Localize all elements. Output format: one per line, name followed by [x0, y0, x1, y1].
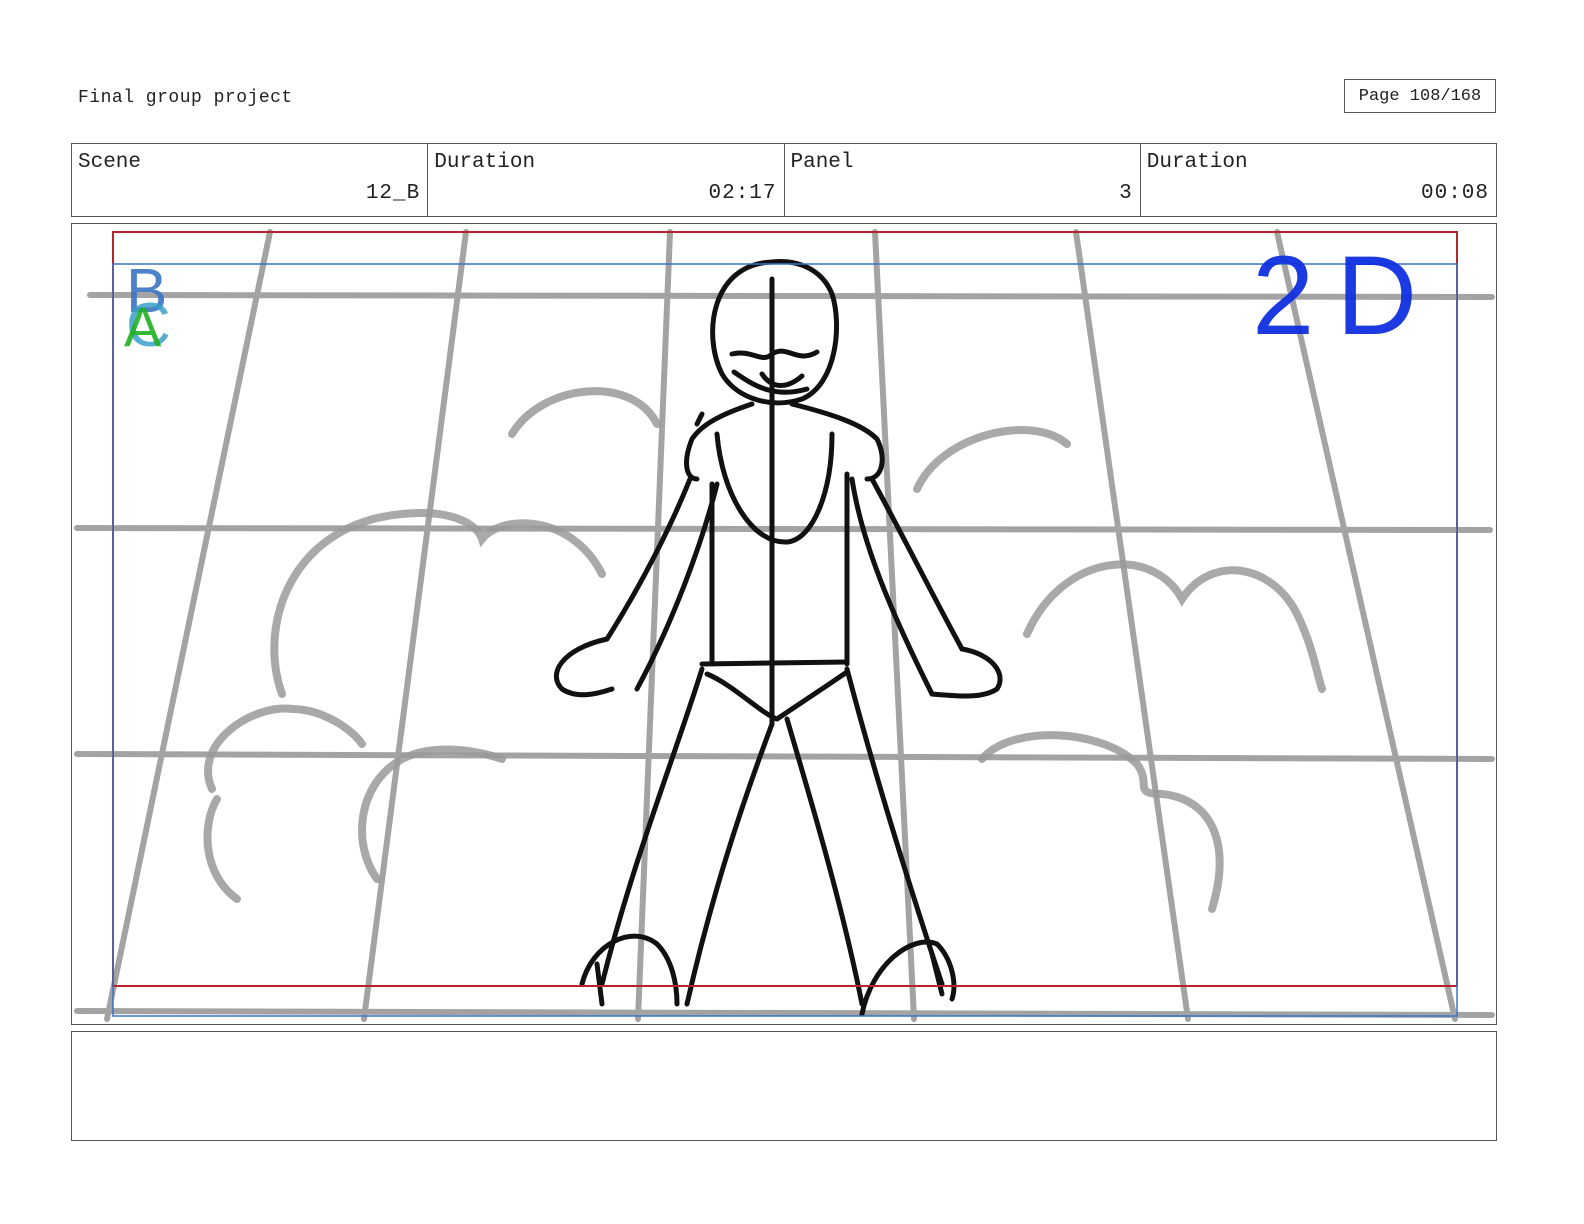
- panel-info-bar: Scene 12_B Duration 02:17 Panel 3 Durati…: [71, 143, 1497, 217]
- panel-duration-cell: Duration 00:08: [1141, 144, 1496, 216]
- scene-label: Scene: [78, 151, 142, 174]
- scene-duration-cell: Duration 02:17: [428, 144, 785, 216]
- panel-duration-value: 00:08: [1420, 182, 1489, 205]
- page-indicator: Page 108/168: [1344, 79, 1496, 113]
- scene-cell: Scene 12_B: [72, 144, 429, 216]
- layer-letter-a: A: [124, 295, 162, 358]
- scene-value: 12_B: [365, 182, 421, 205]
- scene-duration-label: Duration: [434, 151, 536, 174]
- storyboard-panel[interactable]: B C A 2D: [71, 223, 1497, 1025]
- panel-drawing: B C A 2D: [74, 229, 1495, 1022]
- character-sketch: [554, 258, 1003, 1017]
- camera-frame: [112, 263, 1458, 1017]
- panel-duration-label: Duration: [1146, 151, 1248, 174]
- panel-cell: Panel 3: [785, 144, 1141, 216]
- panel-label: Panel: [790, 151, 854, 174]
- background-clouds: [203, 387, 1326, 913]
- panel-value: 3: [1119, 182, 1133, 205]
- project-title: Final group project: [78, 88, 293, 108]
- scene-duration-value: 02:17: [708, 182, 777, 205]
- annotation-2d: 2D: [1252, 233, 1439, 358]
- panel-notes-box[interactable]: [71, 1031, 1497, 1141]
